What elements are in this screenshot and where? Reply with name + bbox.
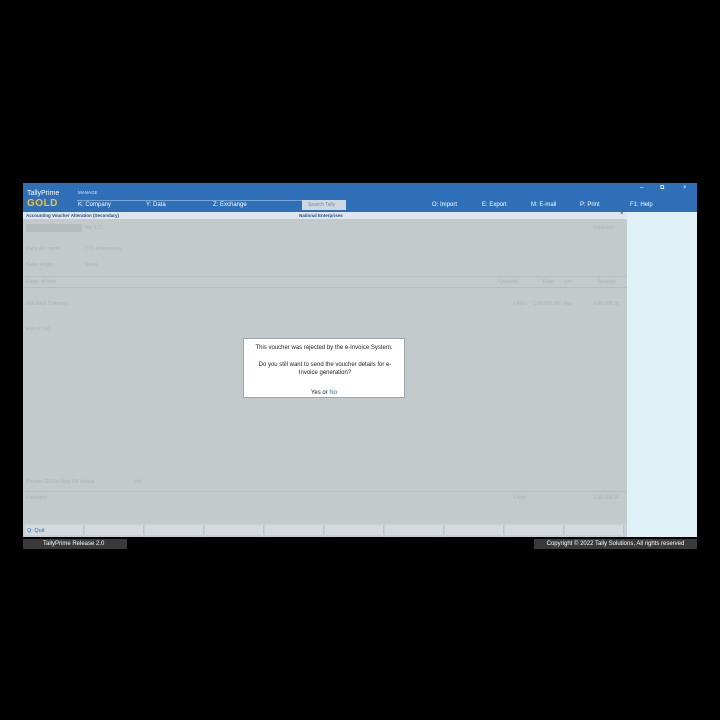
no-button[interactable]: No [329, 390, 337, 396]
provide-details-value[interactable]: No [135, 479, 141, 485]
voucher-number: No. 172 [85, 225, 103, 231]
brand-name: TallyPrime [27, 190, 60, 197]
bottom-button-10[interactable] [565, 525, 624, 535]
release-label: TallyPrime Release 2.0 [23, 539, 127, 549]
col-quantity: Quantity [499, 279, 518, 285]
menu-export[interactable]: E: Export [482, 202, 507, 208]
manage-label: MANAGE [78, 190, 98, 195]
menu-data[interactable]: Y: Data [146, 202, 166, 208]
sales-ledger-value[interactable]: Sales [85, 262, 98, 268]
bottom-button-5[interactable] [265, 525, 324, 535]
bottom-button-3[interactable] [145, 525, 204, 535]
menu-company[interactable]: K: Company [78, 202, 111, 208]
total-qty: 1 Nos [513, 495, 527, 501]
copyright-label: Copyright © 2022 Tally Solutions, All ri… [534, 539, 697, 549]
close-icon[interactable]: × [683, 185, 687, 191]
menu-print[interactable]: P: Print [580, 202, 600, 208]
item-name[interactable]: Industrial Cylinders [26, 301, 69, 307]
end-of-list: End of List [26, 326, 50, 332]
sales-ledger-label: Sales ledger [26, 262, 54, 268]
screen-close-icon[interactable]: × [620, 211, 624, 217]
quit-button[interactable]: Q: Quit [25, 525, 84, 535]
party-value[interactable]: TTS Enterprises [85, 246, 121, 252]
menu-email[interactable]: M: E-mail [531, 202, 556, 208]
menu-import[interactable]: O: Import [432, 202, 457, 208]
col-name-of-item: Name of Item [26, 279, 57, 285]
item-rate: 1,00,000.00 / Nos [533, 301, 573, 307]
search-input[interactable]: Search Tally [302, 200, 346, 210]
item-amount: 1,00,000.00 [593, 301, 620, 307]
footer-divider [23, 491, 627, 492]
item-qty: 1 Nos [513, 301, 527, 307]
party-label: Party A/c name [26, 246, 60, 252]
col-rate: Rate [543, 279, 554, 285]
total-amount: 1,00,000.00 [593, 495, 620, 501]
screen-title: Accounting Voucher Alteration (Secondary… [26, 213, 120, 218]
menu-divider [77, 200, 302, 201]
col-per: per [565, 279, 573, 285]
bottom-button-6[interactable] [325, 525, 384, 535]
voucher-date: Saturday [593, 225, 614, 231]
or-label: or [322, 390, 328, 396]
bottom-button-bar: Q: Quit [23, 523, 627, 537]
quit-label: Q: Quit [27, 528, 45, 534]
bottom-button-8[interactable] [445, 525, 504, 535]
bottom-button-9[interactable] [505, 525, 564, 535]
header-divider [23, 276, 627, 277]
yes-button[interactable]: Yes [311, 390, 321, 396]
col-amount: Amount [598, 279, 616, 285]
screen-title-bar: Accounting Voucher Alteration (Secondary… [23, 211, 627, 219]
dialog-choices: Yes or No [244, 390, 404, 396]
brand-edition: GOLD [27, 198, 58, 209]
top-bar: TallyPrime GOLD MANAGE K: Company Y: Dat… [23, 183, 697, 212]
company-name: National Enterprises [299, 213, 343, 218]
header-divider-bottom [23, 287, 627, 288]
restore-icon[interactable]: ⧉ [660, 185, 664, 192]
confirm-dialog: This voucher was rejected by the e-Invoi… [243, 338, 405, 398]
menu-help[interactable]: F1: Help [630, 202, 653, 208]
bottom-button-4[interactable] [205, 525, 264, 535]
minimize-icon[interactable]: – [640, 185, 643, 191]
dialog-question: Do you still want to send the voucher de… [258, 362, 392, 376]
bottom-button-7[interactable] [385, 525, 444, 535]
dialog-message: This voucher was rejected by the e-Invoi… [255, 345, 393, 351]
narration-label: Narration: [26, 495, 48, 501]
provide-details-label: Provide GST/e-Way Bill details [26, 479, 95, 485]
menu-exchange[interactable]: Z: Exchange [213, 202, 247, 208]
voucher-type-field [26, 224, 82, 232]
button-panel [627, 212, 697, 537]
bottom-button-2[interactable] [85, 525, 144, 535]
